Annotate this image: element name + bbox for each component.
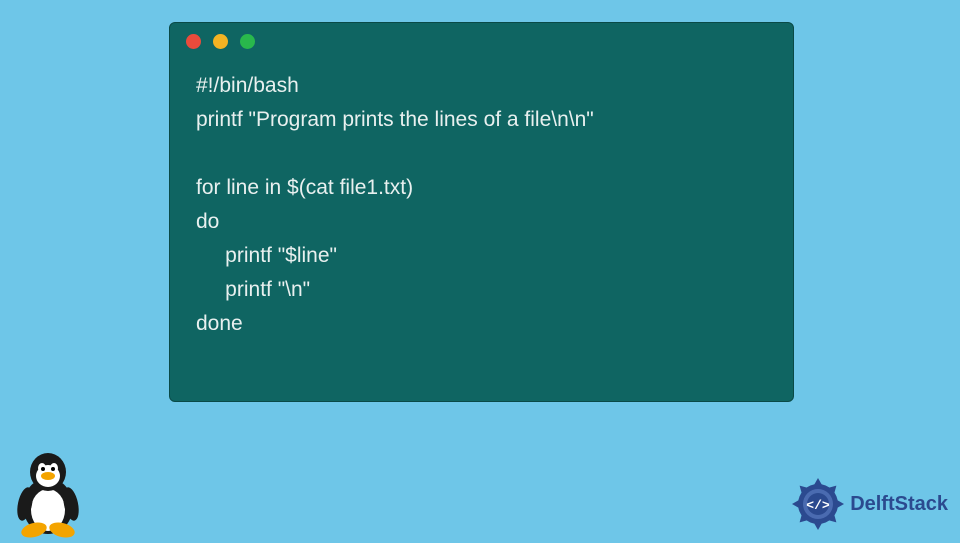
code-line: printf "\n" <box>196 278 310 301</box>
tux-linux-logo <box>10 448 86 538</box>
delftstack-text: DelftStack <box>850 493 948 516</box>
code-line: #!/bin/bash <box>196 74 299 97</box>
svg-text:</>: </> <box>806 498 830 513</box>
code-line: do <box>196 210 219 233</box>
delftstack-logo: </> DelftStack <box>790 476 948 532</box>
minimize-dot <box>213 34 228 49</box>
maximize-dot <box>240 34 255 49</box>
close-dot <box>186 34 201 49</box>
code-content: #!/bin/bash printf "Program prints the l… <box>170 59 793 341</box>
code-line: for line in $(cat file1.txt) <box>196 176 413 199</box>
code-window: #!/bin/bash printf "Program prints the l… <box>169 22 794 402</box>
delftstack-icon: </> <box>790 476 846 532</box>
code-line: printf "Program prints the lines of a fi… <box>196 108 594 131</box>
code-line: done <box>196 312 243 335</box>
window-header <box>170 23 793 59</box>
code-line: printf "$line" <box>196 244 337 267</box>
